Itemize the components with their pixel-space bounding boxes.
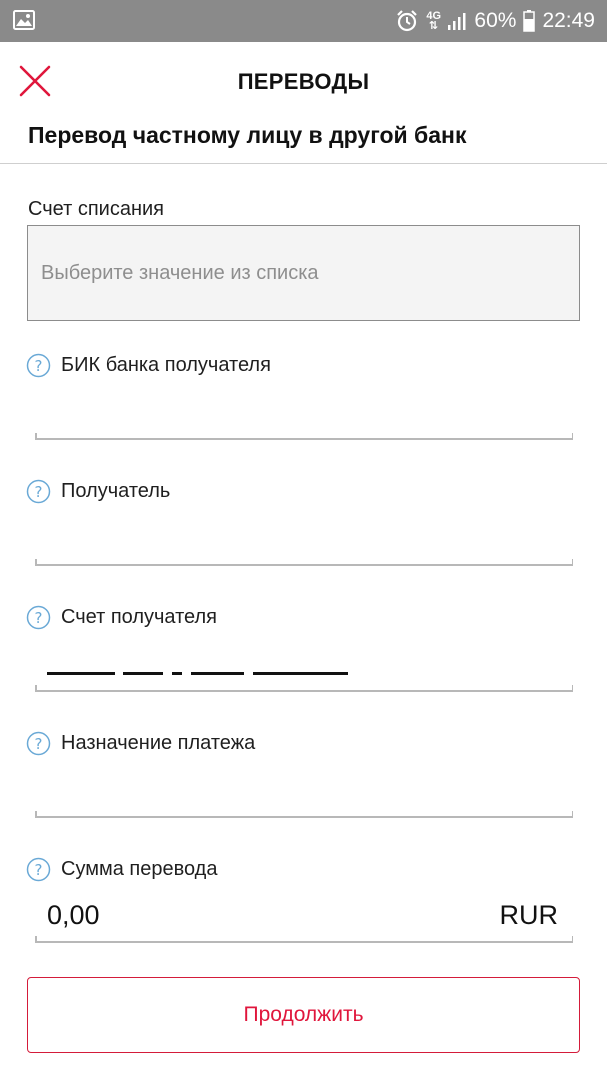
svg-text:?: ? bbox=[35, 609, 43, 627]
recipient-input[interactable] bbox=[35, 558, 573, 566]
svg-text:?: ? bbox=[35, 861, 43, 879]
currency-label: RUR bbox=[499, 900, 559, 930]
bik-input[interactable] bbox=[35, 432, 573, 440]
section-header: Перевод частному лицу в другой банк bbox=[0, 120, 607, 164]
battery-icon bbox=[523, 10, 536, 32]
debit-account-select[interactable]: Выберите значение из списка bbox=[27, 225, 580, 321]
help-icon[interactable]: ? bbox=[26, 353, 51, 378]
amount-input[interactable] bbox=[35, 935, 573, 943]
section-title: Перевод частному лицу в другой банк bbox=[28, 122, 467, 148]
gallery-icon bbox=[13, 10, 35, 30]
purpose-label: Назначение платежа bbox=[61, 732, 256, 754]
help-icon[interactable]: ? bbox=[26, 857, 51, 882]
help-icon[interactable]: ? bbox=[26, 731, 51, 756]
continue-button-label: Продолжить bbox=[243, 1003, 364, 1026]
help-icon[interactable]: ? bbox=[26, 479, 51, 504]
clock: 22:49 bbox=[542, 9, 595, 32]
battery-percent: 60% bbox=[474, 9, 517, 32]
status-bar: 4G ⇅ 60% 22:49 bbox=[0, 0, 607, 42]
debit-account-label: Счет списания bbox=[28, 198, 164, 220]
signal-icon bbox=[448, 13, 466, 30]
debit-account-placeholder: Выберите значение из списка bbox=[41, 262, 319, 284]
help-icon[interactable]: ? bbox=[26, 605, 51, 630]
data-arrows-icon: ⇅ bbox=[428, 20, 439, 32]
bik-label: БИК банка получателя bbox=[61, 354, 271, 376]
amount-value[interactable]: 0,00 bbox=[47, 900, 100, 931]
network-type-indicator: 4G ⇅ bbox=[426, 11, 441, 32]
svg-text:?: ? bbox=[35, 735, 43, 753]
svg-text:?: ? bbox=[35, 483, 43, 501]
continue-button[interactable]: Продолжить bbox=[27, 977, 580, 1053]
purpose-input[interactable] bbox=[35, 810, 573, 818]
page-title: ПЕРЕВОДЫ bbox=[237, 69, 370, 94]
recipient-account-label: Счет получателя bbox=[61, 606, 217, 628]
alarm-icon bbox=[397, 10, 418, 32]
recipient-account-input[interactable] bbox=[35, 684, 573, 692]
recipient-label: Получатель bbox=[61, 480, 171, 502]
amount-label: Сумма перевода bbox=[61, 858, 218, 880]
svg-text:?: ? bbox=[35, 357, 43, 375]
app-bar: ПЕРЕВОДЫ bbox=[0, 42, 607, 120]
